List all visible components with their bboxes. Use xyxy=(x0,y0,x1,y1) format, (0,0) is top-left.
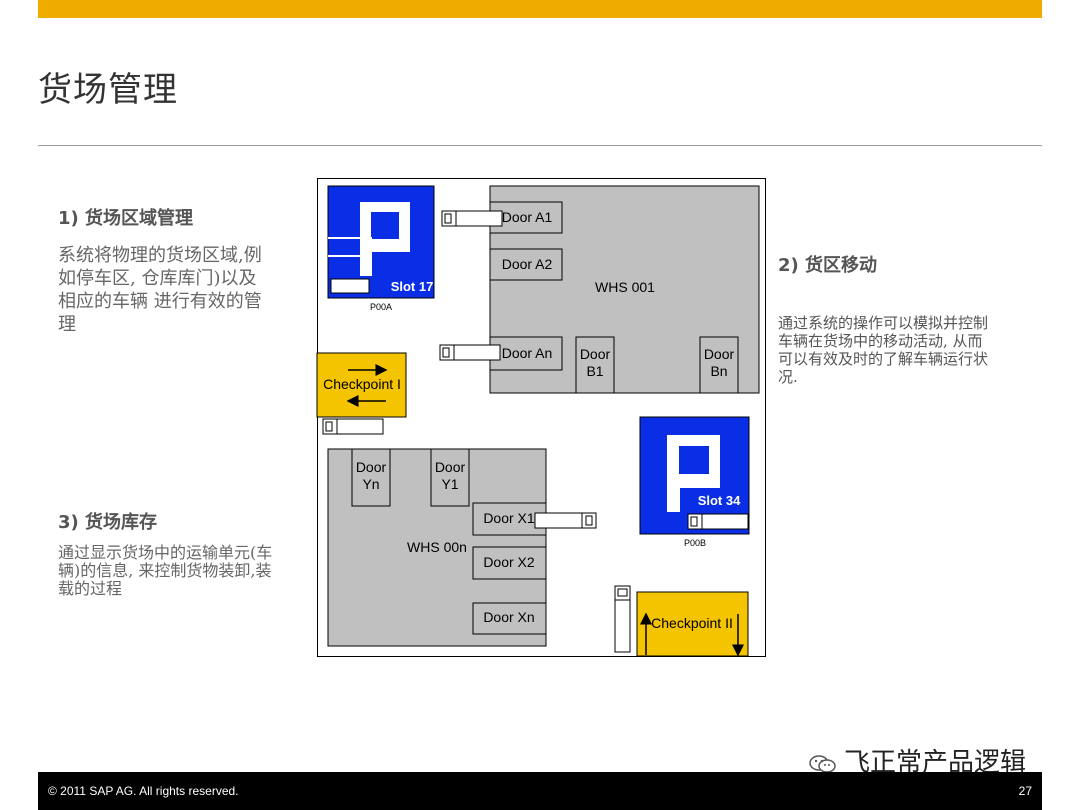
door-xn-label: Door Xn xyxy=(483,609,534,625)
copyright-text: © 2011 SAP AG. All rights reserved. xyxy=(48,784,239,798)
truck-door-an[interactable] xyxy=(439,344,501,361)
door-a2-label: Door A2 xyxy=(502,256,553,272)
truck-door-a1[interactable] xyxy=(441,210,503,227)
door-b1-label-1: Door xyxy=(580,346,611,362)
door-a2[interactable]: Door A2 xyxy=(489,248,563,281)
door-bn-label-1: Door xyxy=(704,346,735,362)
door-bn-label-2: Bn xyxy=(710,363,727,379)
truck-door-x1[interactable] xyxy=(534,512,597,529)
parking-2-code: P00B xyxy=(684,538,706,548)
door-an[interactable]: Door An xyxy=(489,336,563,371)
door-yn-label-2: Yn xyxy=(362,476,379,492)
door-x1-label: Door X1 xyxy=(483,510,535,526)
door-xn[interactable]: Door Xn xyxy=(472,602,547,635)
door-yn-label-1: Door xyxy=(356,459,387,475)
wechat-icon xyxy=(809,754,836,773)
door-y1-label-2: Y1 xyxy=(441,476,458,492)
truck-checkpoint-1[interactable] xyxy=(322,418,384,435)
warehouse-001-label: WHS 001 xyxy=(595,279,655,295)
truck-checkpoint-2[interactable] xyxy=(614,585,631,653)
yard-diagram: Slot 17 P00A WHS 001 Door A1 Door A2 Doo… xyxy=(316,178,766,657)
truck-parking-2[interactable] xyxy=(687,513,749,530)
door-bn[interactable]: Door Bn xyxy=(699,336,739,394)
door-y1[interactable]: Door Y1 xyxy=(430,448,470,507)
checkpoint-2[interactable]: Checkpoint II xyxy=(636,591,749,657)
door-b1-label-2: B1 xyxy=(586,363,603,379)
parking-1-code: P00A xyxy=(370,302,392,312)
page-number: 27 xyxy=(1018,784,1032,798)
parking-2-slot: Slot 34 xyxy=(698,493,741,508)
door-y1-label-1: Door xyxy=(435,459,466,475)
door-an-label: Door An xyxy=(502,345,553,361)
checkpoint-2-label: Checkpoint II xyxy=(651,615,733,631)
checkpoint-1[interactable]: Checkpoint I xyxy=(316,352,407,418)
checkpoint-1-label: Checkpoint I xyxy=(323,376,401,392)
door-a1-label: Door A1 xyxy=(502,209,553,225)
door-x2[interactable]: Door X2 xyxy=(472,546,547,580)
parking-area-1[interactable]: Slot 17 xyxy=(327,185,435,299)
door-x2-label: Door X2 xyxy=(483,554,535,570)
warehouse-00n-label: WHS 00n xyxy=(407,539,467,555)
parking-1-slot: Slot 17 xyxy=(391,279,434,294)
footer-bar: © 2011 SAP AG. All rights reserved. 27 xyxy=(38,772,1042,810)
door-b1[interactable]: Door B1 xyxy=(575,336,615,394)
door-yn[interactable]: Door Yn xyxy=(351,448,391,507)
